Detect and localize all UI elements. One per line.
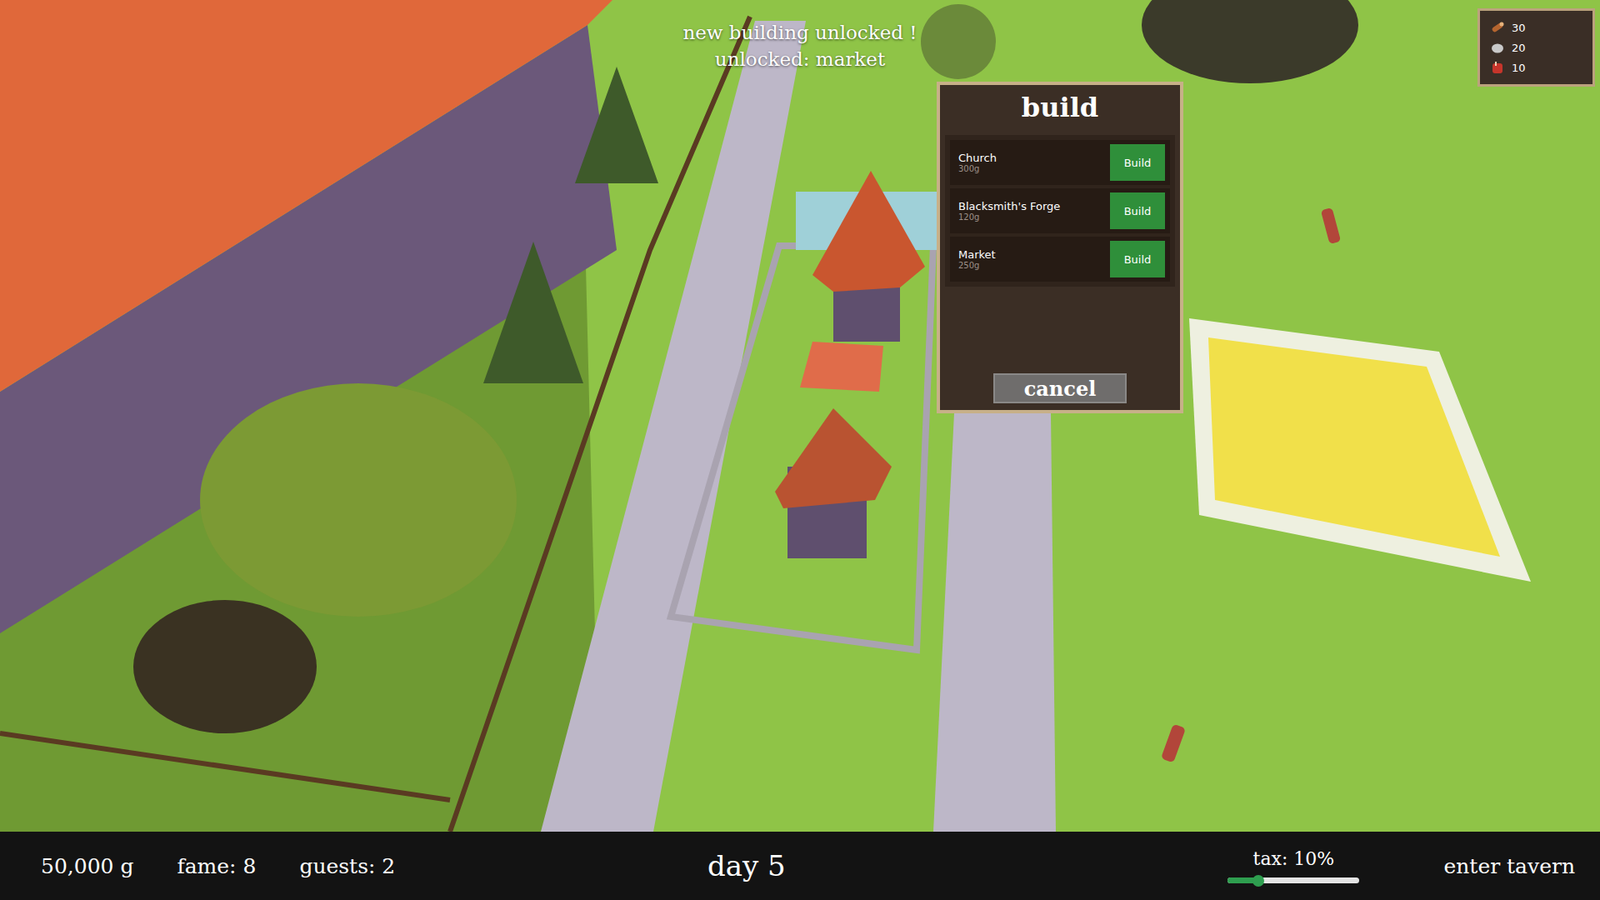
scene[interactable]: new building unlocked ! unlocked: market b…: [0, 0, 1600, 832]
tavern-roof: [0, 0, 613, 392]
house-roof: [812, 170, 925, 292]
resource-row: 10: [1490, 60, 1583, 75]
building-price: 250g: [958, 260, 996, 270]
log: [1320, 207, 1341, 245]
fence: [0, 733, 450, 800]
tree: [200, 383, 517, 617]
tax-control: tax: 10%: [1226, 848, 1360, 884]
building-name: Market: [958, 248, 996, 261]
stone-icon: [1490, 40, 1505, 55]
building-info: Market250g: [958, 248, 996, 270]
building-info: Church300g: [958, 151, 997, 174]
day: day 5: [707, 849, 786, 883]
resource-amount: 10: [1511, 61, 1526, 75]
tree: [1141, 0, 1359, 84]
building-price: 300g: [958, 164, 997, 174]
build-row: Church300g Build: [950, 140, 1170, 185]
resource-row: 20: [1490, 40, 1583, 55]
building-name: Blacksmith's Forge: [958, 200, 1060, 213]
guests: guests: 2: [299, 854, 395, 879]
build-row: Market250g Build: [950, 236, 1170, 282]
tree: [920, 4, 996, 80]
build-row: Blacksmith's Forge120g Build: [950, 188, 1170, 234]
cancel-button[interactable]: cancel: [993, 373, 1127, 404]
resource-row: 30: [1490, 20, 1583, 35]
placement-zone-fill: [1208, 337, 1500, 557]
stats: 50,000 g fame: 8 guests: 2: [40, 854, 708, 879]
tax-label: tax: 10%: [1253, 848, 1335, 870]
pine-tree: [483, 241, 584, 384]
game-screen: new building unlocked ! unlocked: market b…: [0, 0, 1600, 900]
gold: 50,000 g: [40, 854, 134, 879]
wood-icon: [1490, 20, 1505, 35]
market-stall: [800, 341, 884, 392]
house-roof: [775, 408, 892, 509]
log: [1160, 724, 1186, 764]
build-panel: buildChurch300gBuildBlacksmith's Forge12…: [936, 81, 1184, 414]
building-name: Church: [958, 151, 997, 165]
notification-line: new building unlocked !: [682, 21, 917, 45]
build-list: Church300g Build Blacksmith's Forge120g Bui…: [945, 135, 1175, 287]
cobblestone-path: [540, 20, 806, 832]
placement-zone[interactable]: [1189, 318, 1531, 582]
building-price: 120g: [958, 212, 1060, 222]
tree: [133, 600, 317, 734]
game-world[interactable]: [0, 0, 1600, 832]
status-bar: 50,000 g fame: 8 guests: 2 day 5 tax: 10% ent…: [0, 831, 1600, 900]
resource-amount: 30: [1511, 21, 1526, 35]
resources-panel: 30 20 10: [1477, 8, 1595, 87]
building-info: Blacksmith's Forge120g: [958, 200, 1060, 222]
build-title: build: [945, 88, 1175, 135]
build-button[interactable]: Build: [1110, 240, 1165, 278]
tax-slider-thumb[interactable]: [1252, 875, 1265, 887]
build-button[interactable]: Build: [1110, 192, 1165, 230]
meat-icon: [1490, 60, 1505, 75]
tax-slider[interactable]: [1227, 877, 1360, 884]
build-button[interactable]: Build: [1110, 144, 1165, 181]
stone-wall: [670, 245, 934, 650]
pine-tree: [575, 66, 659, 184]
enter-tavern-button[interactable]: enter tavern: [1443, 854, 1575, 879]
fame: fame: 8: [176, 854, 256, 879]
notification: new building unlocked ! unlocked: market: [0, 21, 1600, 71]
resource-amount: 20: [1511, 41, 1526, 55]
notification-line: unlocked: market: [715, 48, 885, 72]
cobblestone-path: [933, 413, 1056, 832]
